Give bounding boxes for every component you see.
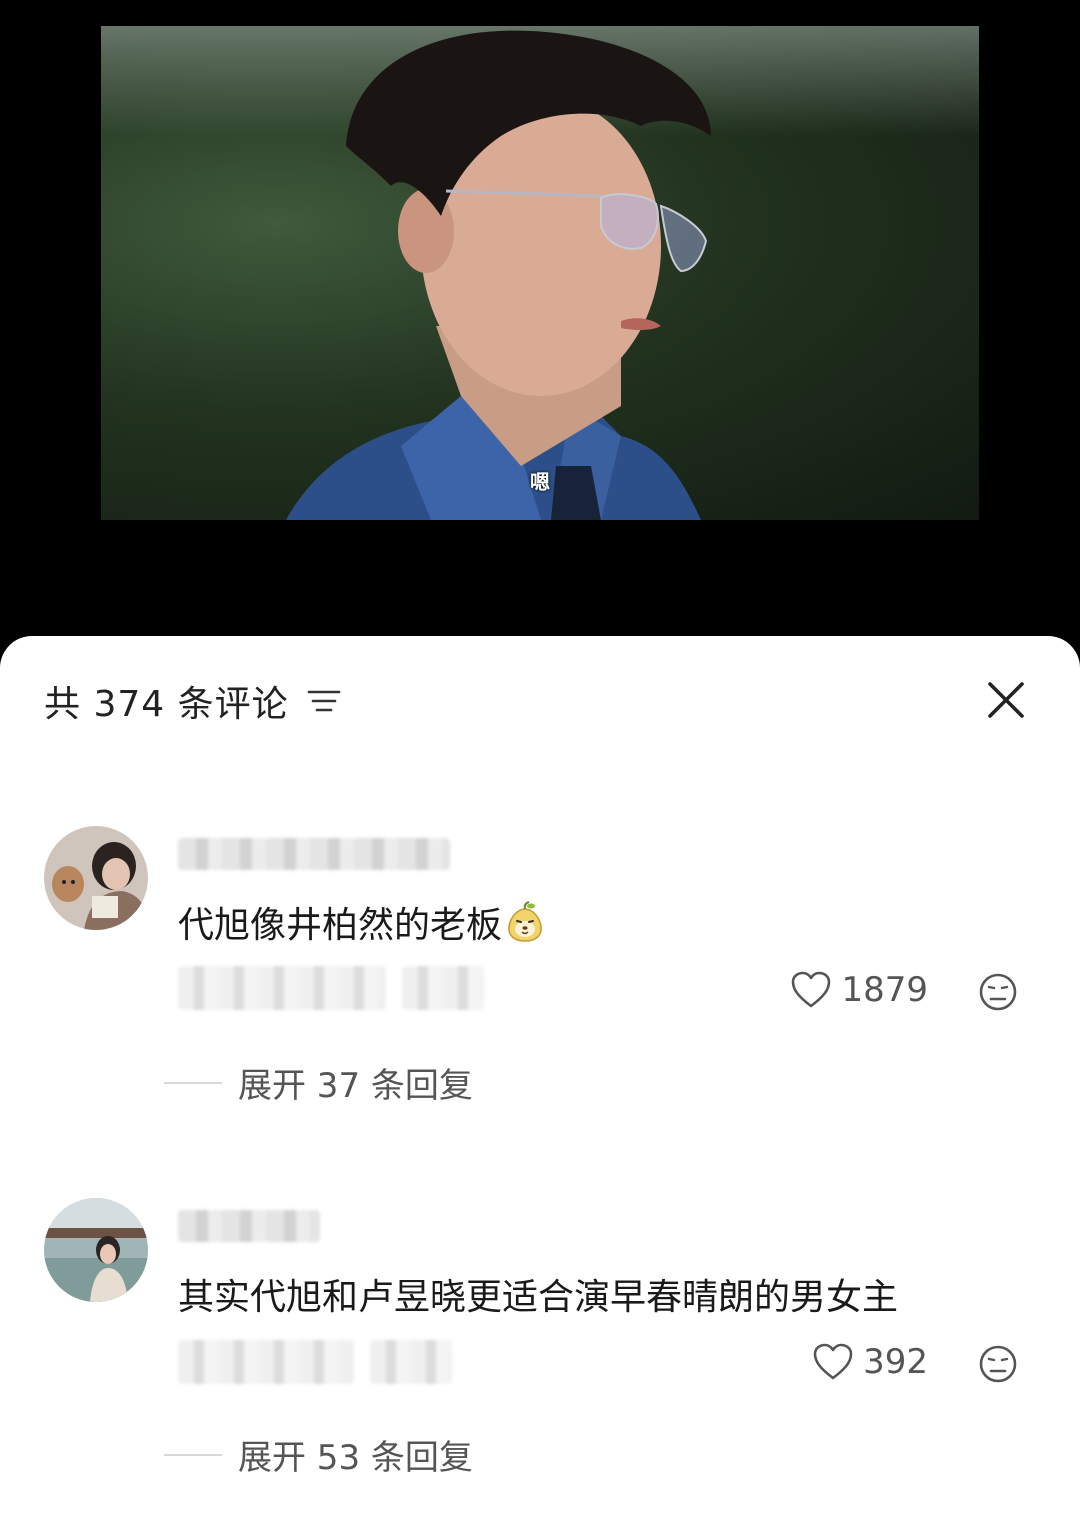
comments-header: 共 374 条评论 [44,676,341,726]
comments-sheet: 共 374 条评论 代旭像井柏然的老板 1879 展开 37 条回复 其实代旭和… [0,636,1080,1539]
meta-redacted [178,966,386,1010]
comment-count-title: 共 374 条评论 [44,684,289,725]
sort-lines-icon[interactable] [307,686,341,716]
video-person-silhouette [286,30,711,520]
heart-icon [813,1343,853,1380]
expand-divider [164,1453,222,1456]
comment-text: 其实代旭和卢昱晓更适合演早春晴朗的男女主 [178,1268,898,1320]
meta-redacted [178,1340,354,1384]
expand-replies-button[interactable]: 展开 53 条回复 [164,1430,473,1479]
close-icon[interactable] [984,678,1028,722]
reply-redacted[interactable] [402,966,484,1010]
like-button[interactable]: 1879 [791,970,928,1010]
video-subtitle: 嗯 [530,470,550,494]
expand-replies-label: 展开 53 条回复 [238,1438,473,1478]
like-count: 392 [863,1342,928,1382]
username-redacted[interactable] [178,1210,320,1242]
comment-text-content: 其实代旭和卢昱晓更适合演早春晴朗的男女主 [178,1277,899,1318]
reply-redacted[interactable] [370,1340,452,1384]
pear-face-emoji-icon [508,901,542,942]
comment-text-content: 代旭像井柏然的老板 [178,905,503,946]
expand-replies-button[interactable]: 展开 37 条回复 [164,1058,473,1107]
avatar[interactable] [44,1198,148,1302]
dislike-face-icon[interactable] [978,972,1018,1012]
video-player[interactable]: 嗯 [0,0,1080,660]
expand-divider [164,1081,222,1084]
like-button[interactable]: 392 [813,1342,928,1382]
expand-replies-label: 展开 37 条回复 [238,1066,473,1106]
comment-text: 代旭像井柏然的老板 [178,896,546,948]
heart-icon [792,971,831,1008]
avatar[interactable] [44,826,148,930]
video-frame[interactable]: 嗯 [101,26,979,520]
dislike-face-icon[interactable] [978,1344,1018,1384]
username-redacted[interactable] [178,838,450,870]
like-count: 1879 [841,970,928,1010]
